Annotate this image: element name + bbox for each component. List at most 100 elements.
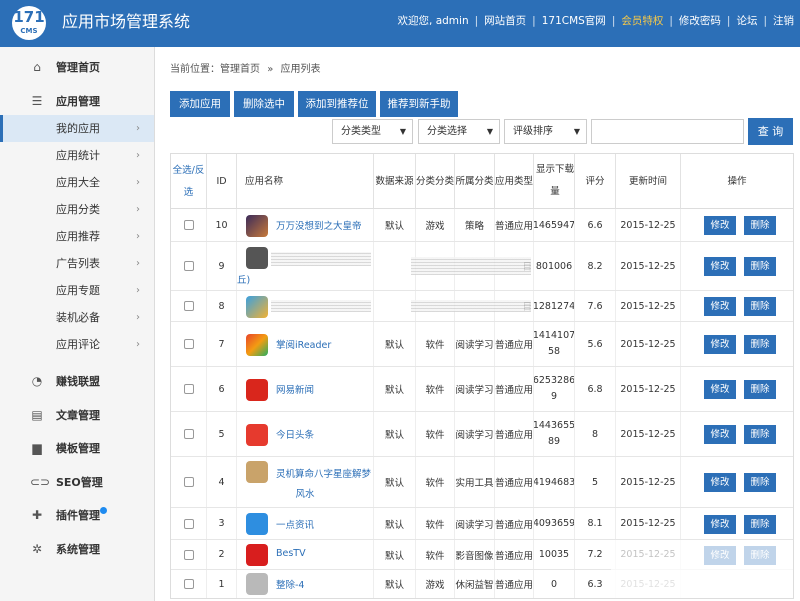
nav-change-password-link[interactable]: 修改密码 (679, 14, 721, 28)
row-id: 10 (207, 209, 237, 241)
breadcrumb-home-link[interactable]: 管理首页 (220, 64, 260, 75)
app-name-link[interactable]: 今日头条 (276, 427, 314, 441)
delete-button[interactable]: 删除 (744, 297, 776, 316)
select-all-link[interactable]: 全选/反选 (171, 160, 206, 204)
recommend-to-newbie-button[interactable]: 推荐到新手助 (380, 91, 458, 117)
sidebar-item-article-management[interactable]: ▤ 文章管理 (0, 402, 154, 429)
delete-selected-button[interactable]: 删除选中 (234, 91, 294, 117)
nav-official-site-link[interactable]: 171CMS官网 (542, 14, 606, 28)
row-checkbox[interactable] (183, 477, 194, 487)
sidebar-item-admin-home[interactable]: ⌂ 管理首页 (0, 54, 154, 81)
edit-button[interactable]: 修改 (704, 515, 736, 534)
app-icon (246, 544, 268, 566)
sidebar-item-app-topics[interactable]: 应用专题 › (0, 277, 154, 304)
sidebar-item-essentials[interactable]: 装机必备 › (0, 304, 154, 331)
chevron-right-icon: › (136, 312, 140, 323)
edit-button[interactable]: 修改 (704, 380, 736, 399)
sidebar-item-app-comments[interactable]: 应用评论 › (0, 331, 154, 358)
row-name-cell: 万万没想到之大皇帝 (237, 209, 374, 241)
delete-button[interactable]: 删除 (744, 425, 776, 444)
sidebar-item-label: 应用统计 (56, 149, 100, 162)
search-button[interactable]: 查 询 (748, 118, 793, 145)
table-row: 6 网易新闻 默认 软件 阅读学习 普通应用 6253286 9 6.8 201… (171, 367, 793, 412)
row-checkbox[interactable] (183, 518, 194, 529)
app-name-link[interactable]: 整除-4 (276, 577, 304, 591)
nav-vip-link[interactable]: 会员特权 (621, 14, 663, 28)
row-select-cell (171, 242, 207, 290)
breadcrumb-current: 应用列表 (280, 64, 321, 75)
row-source (374, 291, 416, 321)
sidebar-item-plugin-management[interactable]: ✚ 插件管理 (0, 502, 154, 529)
delete-button[interactable]: 删除 (744, 380, 776, 399)
home-icon: ⌂ (33, 60, 41, 74)
app-name-link[interactable]: 丘) (237, 272, 250, 286)
sidebar-item-app-management[interactable]: ☰ 应用管理 (0, 88, 154, 115)
logo[interactable]: 171 CMS (12, 6, 46, 40)
delete-button[interactable]: 删除 (744, 473, 776, 492)
search-input[interactable] (591, 119, 744, 144)
edit-button[interactable]: 修改 (704, 335, 736, 354)
category-select[interactable]: 分类选择 ▼ (418, 119, 500, 144)
delete-button[interactable]: 删除 (744, 335, 776, 354)
edit-button[interactable]: 修改 (704, 216, 736, 235)
sidebar-item-app-recommend[interactable]: 应用推荐 › (0, 223, 154, 250)
chevron-right-icon: › (136, 339, 140, 350)
app-name-link[interactable]: BesTV (276, 548, 306, 559)
edit-button[interactable]: 修改 (704, 257, 736, 276)
row-source: 默认 (374, 457, 416, 507)
header-id[interactable]: ID (207, 154, 237, 209)
row-checkbox[interactable] (183, 549, 194, 560)
sidebar-item-label: 应用推荐 (56, 230, 100, 243)
add-to-recommend-button[interactable]: 添加到推荐位 (298, 91, 376, 117)
row-checkbox[interactable] (183, 579, 194, 589)
link-icon: ⊂⊃ (30, 475, 51, 489)
row-id: 8 (207, 291, 237, 321)
delete-button[interactable]: 删除 (744, 216, 776, 235)
row-select-cell (171, 508, 207, 539)
sidebar-item-app-stats[interactable]: 应用统计 › (0, 142, 154, 169)
sidebar-item-earn-alliance[interactable]: ◔ 赚钱联盟 (0, 368, 154, 395)
table-row: 9 丘) 目 801006 8.2 2015-12-25 修改 删除 (171, 242, 793, 291)
row-checkbox[interactable] (183, 339, 194, 349)
row-checkbox[interactable] (183, 301, 194, 311)
sidebar-item-my-apps[interactable]: 我的应用 › (0, 115, 154, 142)
sidebar-item-system-management[interactable]: ✲ 系统管理 (0, 536, 154, 563)
row-actions: 修改 删除 (681, 291, 793, 321)
sort-select[interactable]: 评级排序 ▼ (504, 119, 587, 144)
sidebar-item-template-management[interactable]: ▆ 模板管理 (0, 435, 154, 462)
chevron-right-icon: › (136, 123, 140, 134)
sidebar-item-seo-management[interactable]: ⊂⊃ SEO管理 (0, 469, 154, 496)
table-row: 10 万万没想到之大皇帝 默认 游戏 策略 普通应用 1465947 6.6 2… (171, 209, 793, 242)
category-type-select[interactable]: 分类类型 ▼ (332, 119, 413, 144)
edit-button[interactable]: 修改 (704, 425, 736, 444)
sidebar-item-app-categories[interactable]: 应用分类 › (0, 196, 154, 223)
row-checkbox[interactable] (183, 220, 194, 230)
sidebar-item-label: 应用分类 (56, 203, 100, 216)
delete-button[interactable]: 删除 (744, 257, 776, 276)
delete-button[interactable]: 删除 (744, 515, 776, 534)
row-checkbox[interactable] (183, 384, 194, 394)
nav-logout-link[interactable]: 注销 (773, 14, 794, 28)
add-app-button[interactable]: 添加应用 (170, 91, 230, 117)
app-name-link[interactable]: 网易新闻 (276, 382, 314, 396)
select-all-header[interactable]: 全选/反选 (171, 154, 207, 209)
select-value: 分类选择 (427, 126, 467, 137)
row-checkbox[interactable] (183, 261, 194, 271)
app-name-link[interactable]: 一点资讯 (276, 517, 314, 531)
nav-forum-link[interactable]: 论坛 (736, 14, 757, 28)
select-value: 分类类型 (341, 126, 381, 137)
edit-button[interactable]: 修改 (704, 473, 736, 492)
sidebar-item-label: 管理首页 (56, 61, 100, 74)
app-name-link[interactable]: 掌阅iReader (276, 337, 331, 351)
top-nav: 欢迎您, admin | 网站首页 | 171CMS官网 | 会员特权 | 修改密码 | 论坛 | 注销 (398, 14, 794, 28)
row-checkbox[interactable] (183, 429, 194, 439)
sidebar-item-all-apps[interactable]: 应用大全 › (0, 169, 154, 196)
app-name-link[interactable]: 灵机算命八字星座解梦 风水 (239, 465, 371, 505)
nav-site-home-link[interactable]: 网站首页 (484, 14, 526, 28)
chevron-right-icon: › (136, 231, 140, 242)
row-updated: 2015-12-25 (616, 412, 681, 456)
row-downloads: 1281274 (534, 291, 575, 321)
edit-button[interactable]: 修改 (704, 297, 736, 316)
sidebar-item-ad-list[interactable]: 广告列表 › (0, 250, 154, 277)
app-name-link[interactable]: 万万没想到之大皇帝 (276, 218, 362, 232)
